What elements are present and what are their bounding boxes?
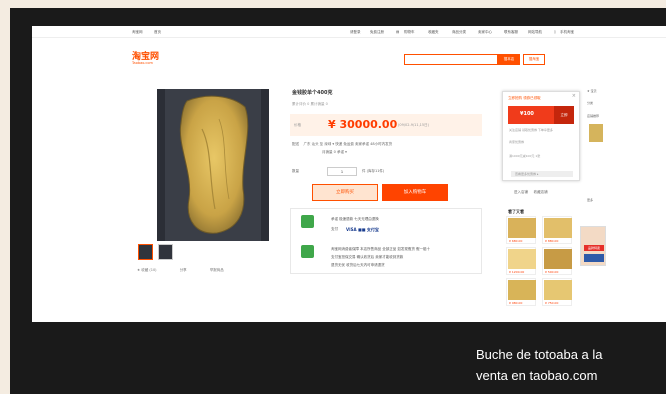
- right-col-more[interactable]: 更多: [587, 198, 593, 202]
- search-taobao-button[interactable]: 搜淘宝: [523, 54, 545, 65]
- quantity-note: 件 (库存11件): [362, 169, 385, 173]
- top-link-favorites[interactable]: 收藏夹: [428, 30, 439, 35]
- right-col-category[interactable]: 分类: [587, 101, 593, 105]
- rec-item[interactable]: ¥ 750.00: [542, 278, 572, 306]
- close-icon[interactable]: ×: [572, 93, 576, 99]
- popup-amount: ¥100: [520, 111, 534, 117]
- popup-line-1: 关注店铺 领取优惠券 下单享更多: [509, 128, 553, 132]
- right-col-thumbnail[interactable]: [589, 124, 603, 142]
- guarantee-panel: 承诺 极速退款 七天无理由退换 支付 VISA ■■ 支付宝 淘宝网消费者保障 …: [290, 208, 482, 274]
- store-buttons: 进入店铺 收藏店铺: [514, 190, 548, 195]
- rec-item[interactable]: ¥ 500.00: [542, 247, 572, 275]
- caption-line-1: Buche de totoaba a la: [476, 347, 603, 362]
- recommendations-title: 看了又看: [508, 209, 524, 214]
- fish-maw-image: [157, 89, 269, 241]
- product-thumbnail-2[interactable]: [158, 244, 173, 260]
- popup-line-4[interactable]: 查看更多优惠券 ▸: [515, 172, 538, 176]
- favorite-store-button[interactable]: 收藏店铺: [534, 190, 548, 194]
- popup-tabs[interactable]: 立即抢购 领券已领取: [508, 96, 541, 101]
- rec-item[interactable]: ¥ 1200.00: [506, 247, 536, 275]
- right-col-recommend[interactable]: 店铺推荐: [587, 114, 599, 118]
- top-navigation-bar: 淘宝网 首页 请登录 免费注册 ▤ 购物车 收藏夹 商品分类 卖家中心 联系客服…: [32, 26, 666, 38]
- shipping-value[interactable]: 广东 汕头 至 深圳 ▾ 快递 免运费 卖家承诺 48小时内发货: [303, 142, 392, 146]
- top-link-site-nav[interactable]: 网站导航: [528, 30, 542, 35]
- shield-icon: [301, 215, 314, 228]
- guarantee-line-4: 退货无忧 收货后七天内可申请退货: [331, 263, 385, 267]
- popup-more-bar[interactable]: 查看更多优惠券 ▸: [511, 171, 573, 177]
- side-ad-label: 品牌特卖: [584, 245, 604, 251]
- guarantee-line-3: 支付宝担保交易 确认收货后 卖家才能收到货款: [331, 255, 404, 259]
- report-link[interactable]: 举报商品: [210, 268, 224, 272]
- taobao-logo-sub: Taobao.com: [132, 61, 153, 65]
- favorite-link[interactable]: ★ 收藏 (10): [137, 268, 157, 272]
- top-link-categories[interactable]: 商品分类: [452, 30, 466, 35]
- shipping-label: 配送: [292, 142, 299, 146]
- top-link-index[interactable]: 首页: [154, 30, 161, 35]
- enter-store-button[interactable]: 进入店铺: [514, 190, 528, 194]
- share-row: ★ 收藏 (10) 分享 举报商品: [137, 268, 246, 273]
- quantity-label: 数量: [292, 169, 299, 173]
- taobao-screenshot: 淘宝网 首页 请登录 免费注册 ▤ 购物车 收藏夹 商品分类 卖家中心 联系客服…: [32, 26, 666, 322]
- shipping-row-2: 月销量 0 承诺 ▾: [322, 150, 347, 154]
- top-link-home[interactable]: 淘宝网: [132, 30, 143, 35]
- popup-line-3: 满1000元减100元 1张: [509, 154, 541, 158]
- coupon-popup: × 立即抢购 领券已领取 ¥100 立即 关注店铺 领取优惠券 下单享更多 商家…: [502, 91, 580, 181]
- rec-item[interactable]: ¥ 680.00: [506, 216, 536, 244]
- price-note: (09/02-9/11,15日): [398, 123, 430, 127]
- side-ad-image: [584, 254, 604, 262]
- product-main-image[interactable]: [157, 89, 269, 241]
- photo-frame: 淘宝网 首页 请登录 免费注册 ▤ 购物车 收藏夹 商品分类 卖家中心 联系客服…: [10, 8, 666, 394]
- payment-logos: VISA ■■ 支付宝: [346, 227, 379, 232]
- popup-price-box: ¥100 立即: [508, 106, 574, 124]
- guarantee-line-1: 承诺 极速退款 七天无理由退换: [331, 217, 379, 221]
- guarantee-line-2: 淘宝网消费者保障 本店所售商品 全部正品 如发现假货 假一赔十: [331, 247, 430, 251]
- top-link-login[interactable]: 请登录: [350, 30, 361, 35]
- top-link-mobile[interactable]: 手机淘宝: [560, 30, 574, 35]
- top-link-cart[interactable]: 购物车: [404, 30, 415, 35]
- mobile-icon[interactable]: ▯: [554, 30, 556, 34]
- popup-line-2: 商家优惠券: [509, 140, 525, 144]
- quantity-stepper[interactable]: 1: [327, 167, 357, 176]
- top-link-contact[interactable]: 联系客服: [504, 30, 518, 35]
- product-stats: 累计评价 0 累计销量 0: [292, 102, 328, 106]
- price-label: 价格: [294, 123, 301, 127]
- share-link[interactable]: 分享: [180, 268, 187, 272]
- top-link-seller-center[interactable]: 卖家中心: [478, 30, 492, 35]
- photo-caption: Buche de totoaba a la venta en taobao.co…: [476, 344, 666, 386]
- price-panel: 价格 ¥ 30000.00 (09/02-9/11,15日): [290, 114, 482, 136]
- buy-now-button[interactable]: 立即购买: [312, 184, 378, 201]
- payment-label: 支付: [331, 227, 338, 231]
- shop-guarantee-icon: [301, 245, 314, 258]
- product-title: 金钱胶单个400克: [292, 90, 333, 96]
- rec-item[interactable]: ¥ 880.00: [542, 216, 572, 244]
- caption-line-2: venta en taobao.com: [476, 368, 598, 383]
- shipping-row: 配送 广东 汕头 至 深圳 ▾ 快递 免运费 卖家承诺 48小时内发货: [292, 142, 392, 147]
- right-col-title[interactable]: ★ 宝贝: [587, 89, 597, 93]
- search-input[interactable]: [404, 54, 498, 65]
- popup-claim-button[interactable]: 立即: [554, 106, 574, 124]
- side-ad-banner[interactable]: 品牌特卖: [580, 226, 606, 266]
- product-price: ¥ 30000.00: [328, 118, 398, 131]
- cart-icon[interactable]: ▤: [396, 30, 399, 34]
- top-link-register[interactable]: 免费注册: [370, 30, 384, 35]
- product-thumbnail-1[interactable]: [138, 244, 153, 260]
- add-to-cart-button[interactable]: 加入购物车: [382, 184, 448, 201]
- rec-item[interactable]: ¥ 980.00: [506, 278, 536, 306]
- search-store-button[interactable]: 搜本店: [498, 54, 520, 65]
